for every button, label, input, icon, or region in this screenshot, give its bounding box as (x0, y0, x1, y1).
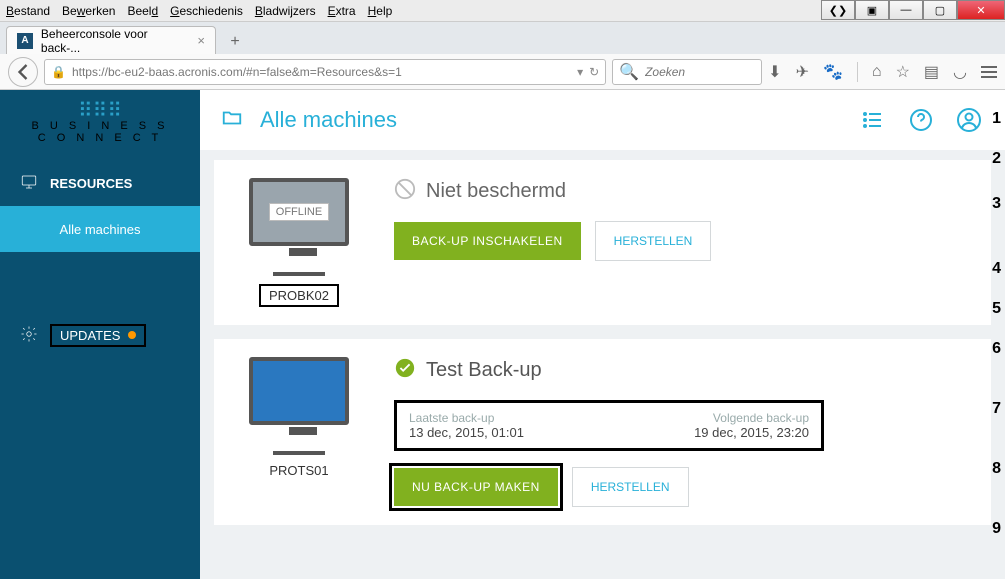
machine-monitor-icon: OFFLINE (249, 178, 349, 246)
gear-icon (20, 325, 38, 346)
minimize-button[interactable]: — (889, 0, 923, 20)
menu-extra[interactable]: Extra (328, 4, 356, 18)
backup-now-button[interactable]: NU BACK-UP MAKEN (394, 468, 558, 506)
restore-button[interactable]: HERSTELLEN (572, 467, 689, 507)
url-bar[interactable]: 🔒 ▾ ↻ (44, 59, 606, 85)
last-backup-label: Laatste back-up (409, 411, 524, 425)
machine-name: PROBK02 (259, 284, 339, 307)
maximize-button[interactable]: ▢ (923, 0, 957, 20)
check-circle-icon (394, 357, 416, 384)
restore-button[interactable]: HERSTELLEN (595, 221, 712, 261)
dropdown-icon[interactable]: ▾ (577, 65, 583, 79)
last-backup-value: 13 dec, 2015, 01:01 (409, 425, 524, 440)
annotation-8: 8 (992, 460, 1001, 478)
machine-card: OFFLINE PROBK02 Niet beschermd BACK-UP I… (214, 160, 991, 325)
offline-badge: OFFLINE (269, 203, 329, 221)
star-icon[interactable]: ☆ (896, 62, 910, 82)
page-header: Alle machines (200, 90, 1005, 150)
search-icon: 🔍 (619, 62, 639, 82)
annotation-5: 5 (992, 300, 1001, 318)
menu-geschiedenis[interactable]: Geschiedenis (170, 4, 243, 18)
browser-tab[interactable]: A Beheerconsole voor back-... × (6, 26, 216, 54)
annotation-7: 7 (992, 400, 1001, 418)
backup-info-box: Laatste back-up 13 dec, 2015, 01:01 Volg… (394, 400, 824, 451)
overlay-btn2[interactable]: ▣ (855, 0, 889, 20)
close-button[interactable]: ✕ (957, 0, 1005, 20)
machine-card: PROTS01 Test Back-up Laatste back-up 13 … (214, 339, 991, 525)
folder-icon (220, 107, 244, 134)
account-icon[interactable] (953, 108, 985, 132)
next-backup-value: 19 dec, 2015, 23:20 (694, 425, 809, 440)
menu-bewerken[interactable]: Bewerken (62, 4, 115, 18)
back-button[interactable] (8, 57, 38, 87)
logo: ⠿⠿⠿ B U S I N E S S C O N N E C T (0, 90, 200, 160)
clipboard-icon[interactable]: ▤ (924, 62, 939, 82)
sidebar-item-updates[interactable]: UPDATES (0, 312, 200, 358)
status-title: Niet beschermd (426, 180, 566, 203)
annotation-9: 9 (992, 520, 1001, 538)
annotation-4: 4 (992, 260, 1001, 278)
new-tab-button[interactable]: + (222, 30, 248, 54)
menu-bestand[interactable]: Bestand (6, 4, 50, 18)
logo-line1: B U S I N E S S (31, 120, 168, 132)
toolbar: 🔒 ▾ ↻ 🔍 ⬇ ✈ 🐾 ⌂ ☆ ▤ ◡ (0, 54, 1005, 90)
sidebar-item-all-machines[interactable]: Alle machines (0, 206, 200, 252)
list-view-icon[interactable] (857, 108, 889, 132)
main-content: Alle machines OFFLINE PROBK02 (200, 90, 1005, 579)
updates-label: UPDATES (60, 328, 120, 343)
prohibited-icon (394, 178, 416, 205)
menu-bladwijzers[interactable]: Bladwijzers (255, 4, 316, 18)
annotation-2: 2 (992, 150, 1001, 168)
overlay-btn1[interactable]: ❮❯ (821, 0, 855, 20)
status-title: Test Back-up (426, 359, 542, 382)
enable-backup-button[interactable]: BACK-UP INSCHAKELEN (394, 222, 581, 260)
tab-title: Beheerconsole voor back-... (41, 27, 190, 55)
search-input[interactable] (645, 65, 755, 79)
favicon: A (17, 33, 33, 49)
annotation-3: 3 (992, 195, 1001, 213)
home-icon[interactable]: ⌂ (872, 63, 882, 81)
lock-icon: 🔒 (51, 65, 66, 79)
paw-icon[interactable]: 🐾 (823, 62, 843, 82)
tab-close-icon[interactable]: × (197, 33, 205, 48)
update-dot-icon (128, 331, 136, 339)
resources-label: RESOURCES (50, 176, 132, 191)
all-machines-label: Alle machines (60, 222, 141, 237)
page-title: Alle machines (260, 107, 841, 133)
send-icon[interactable]: ✈ (796, 62, 809, 82)
menu-beeld[interactable]: Beeld (127, 4, 158, 18)
sidebar: ⠿⠿⠿ B U S I N E S S C O N N E C T RESOUR… (0, 90, 200, 579)
annotation-6: 6 (992, 340, 1001, 358)
next-backup-label: Volgende back-up (694, 411, 809, 425)
help-icon[interactable] (905, 108, 937, 132)
window-controls: ❮❯ ▣ — ▢ ✕ (821, 0, 1005, 20)
menu-help[interactable]: Help (368, 4, 393, 18)
hamburger-menu[interactable] (981, 63, 997, 81)
logo-line2: C O N N E C T (38, 132, 163, 144)
pocket-icon[interactable]: ◡ (953, 62, 967, 82)
search-bar[interactable]: 🔍 (612, 59, 762, 85)
url-input[interactable] (72, 65, 571, 79)
monitor-icon (20, 173, 38, 194)
sidebar-item-resources[interactable]: RESOURCES (0, 160, 200, 206)
machine-monitor-icon (249, 357, 349, 425)
download-icon[interactable]: ⬇ (768, 62, 781, 82)
annotation-1: 1 (992, 110, 1001, 128)
tabstrip: A Beheerconsole voor back-... × + (0, 22, 1005, 54)
machine-name: PROTS01 (269, 463, 328, 478)
reload-icon[interactable]: ↻ (589, 65, 599, 79)
